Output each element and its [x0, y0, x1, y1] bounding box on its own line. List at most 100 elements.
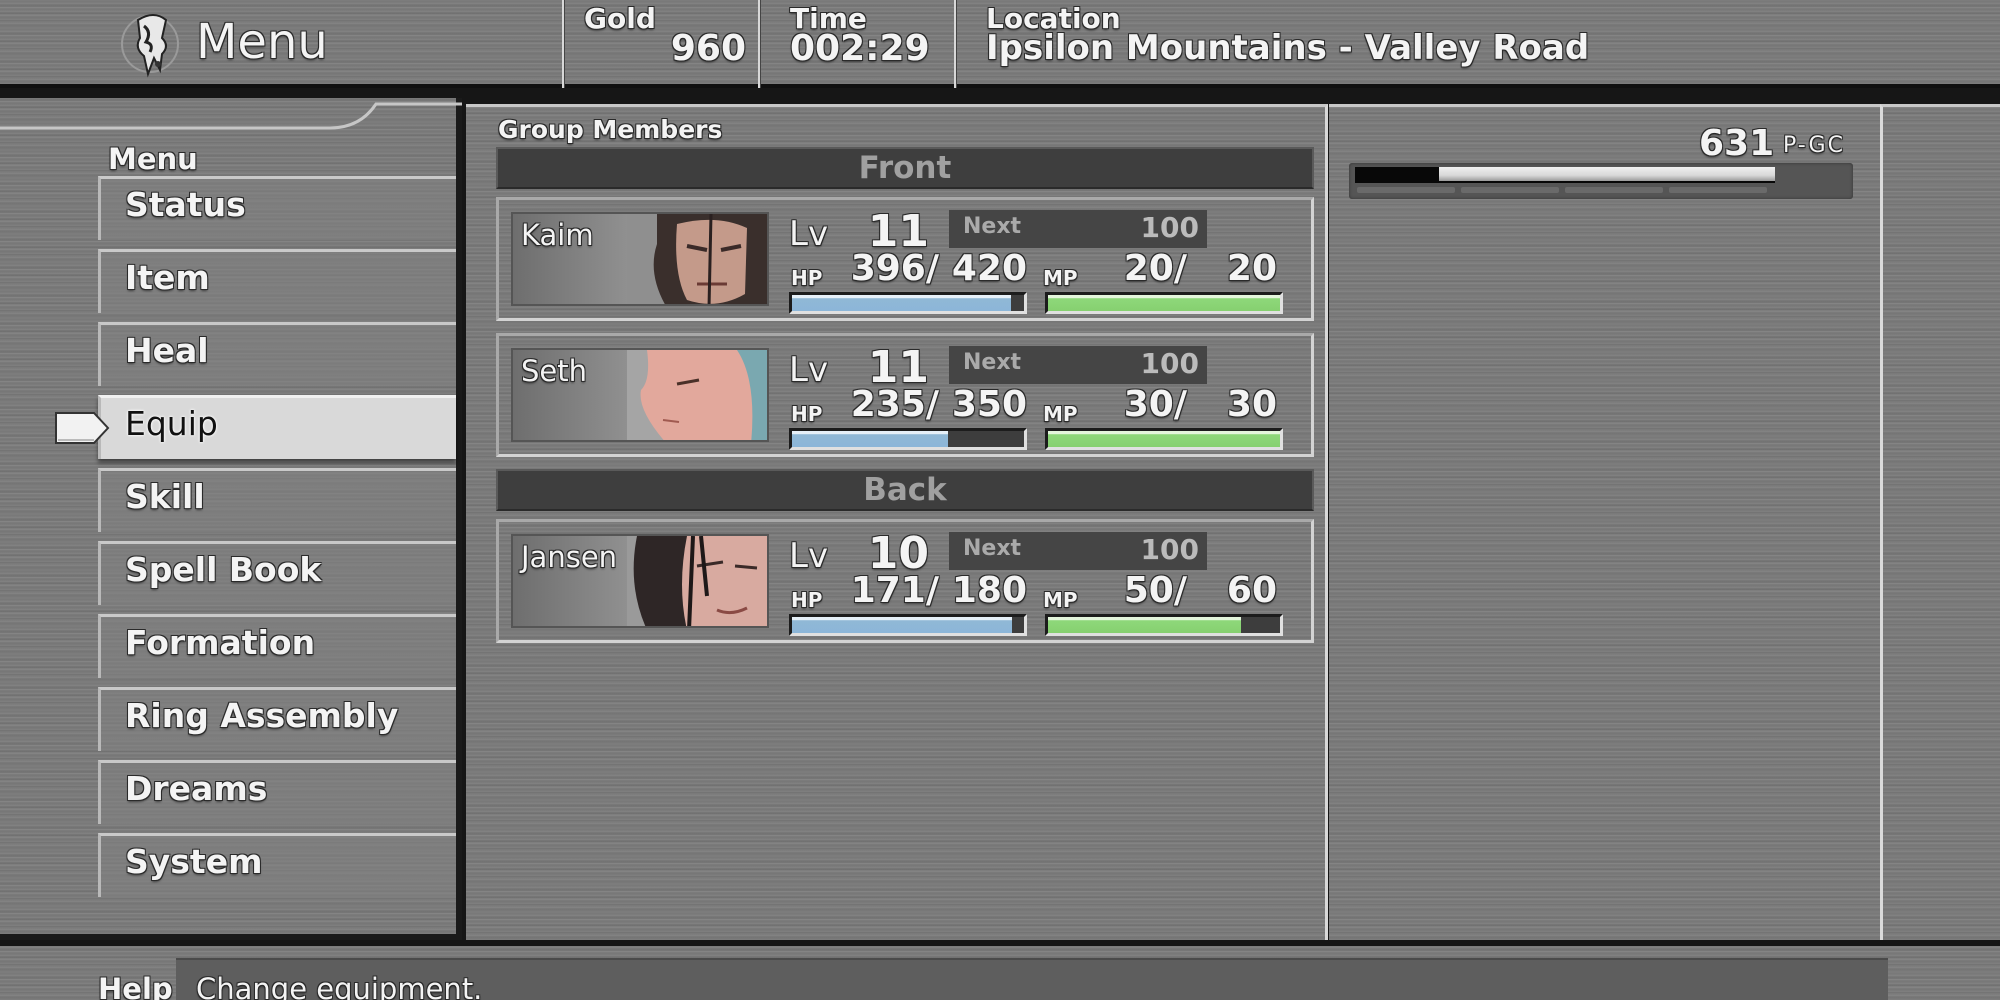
hp-max: 180 [951, 570, 1027, 611]
location-value: Ipsilon Mountains - Valley Road [986, 28, 1590, 68]
member-name: Seth [521, 354, 588, 388]
mp-gauge-fill [1048, 295, 1280, 311]
pgc-gauge-segment [1669, 187, 1767, 193]
menu-item-status[interactable]: Status [98, 176, 456, 240]
portrait-kaim: Kaim [511, 212, 769, 306]
next-label: Next [963, 350, 1022, 375]
hp-current: 235/ [850, 384, 939, 425]
lv-label: Lv [789, 536, 829, 576]
hp-max: 350 [951, 384, 1027, 425]
mp-gauge [1045, 614, 1283, 636]
next-exp-box: Next 100 [949, 346, 1207, 384]
mp-gauge [1045, 428, 1283, 450]
next-exp-value: 100 [1140, 533, 1199, 566]
back-row-label: Back [863, 472, 947, 508]
mp-gauge [1045, 292, 1283, 314]
front-row-header: Front [496, 147, 1314, 189]
command-menu-panel: Menu Status Item Heal Equip Skill Spell … [0, 98, 462, 940]
gold-value: 960 [670, 28, 746, 69]
pgc-gauge-track [1355, 167, 1775, 183]
pgc-gauge [1349, 163, 1853, 199]
divider [758, 0, 760, 88]
pgc-panel: 631 P-GC [1329, 104, 1880, 940]
next-exp-value: 100 [1140, 211, 1199, 244]
hp-gauge-fill [792, 617, 1013, 633]
back-row-header: Back [496, 469, 1314, 511]
mp-label: MP [1043, 402, 1078, 426]
hp-current: 171/ [850, 570, 939, 611]
mp-current: 30/ [1123, 384, 1187, 425]
mp-current: 50/ [1123, 570, 1187, 611]
pgc-unit: P-GC [1783, 133, 1845, 158]
menu-item-label: Heal [125, 331, 209, 370]
divider [954, 0, 956, 88]
party-member-seth[interactable]: Seth Lv 11 Next 100 HP 235/ 350 MP 30/ 3… [496, 333, 1314, 457]
help-text-box: Change equipment. [176, 958, 1888, 1000]
mp-label: MP [1043, 588, 1078, 612]
seth-portrait-icon [627, 350, 767, 440]
hp-label: HP [791, 588, 823, 612]
next-label: Next [963, 214, 1022, 239]
hp-gauge [789, 614, 1027, 636]
pgc-gauge-segment [1461, 187, 1559, 193]
menu-item-equip[interactable]: Equip [98, 395, 456, 459]
time-value: 002:29 [790, 28, 930, 69]
help-text: Change equipment. [196, 972, 483, 1000]
next-label: Next [963, 536, 1022, 561]
mp-max: 60 [1226, 570, 1277, 611]
lv-label: Lv [789, 214, 829, 254]
hp-gauge [789, 428, 1027, 450]
ornate-mask-emblem-icon [121, 14, 179, 78]
menu-item-label: Dreams [125, 769, 268, 808]
group-members-title: Group Members [498, 115, 723, 144]
mp-current: 20/ [1123, 248, 1187, 289]
party-member-jansen[interactable]: Jansen Lv 10 Next 100 HP 171/ 180 MP 50/… [496, 519, 1314, 643]
hp-label: HP [791, 402, 823, 426]
menu-item-label: System [125, 842, 263, 881]
mp-max: 20 [1226, 248, 1277, 289]
menu-item-heal[interactable]: Heal [98, 322, 456, 386]
pgc-gauge-fill [1439, 167, 1775, 181]
pointer-hand-arrow-icon [55, 412, 110, 444]
mp-gauge-fill [1048, 617, 1242, 633]
menu-item-formation[interactable]: Formation [98, 614, 456, 678]
menu-item-skill[interactable]: Skill [98, 468, 456, 532]
portrait-seth: Seth [511, 348, 769, 442]
next-exp-box: Next 100 [949, 210, 1207, 248]
pgc-gauge-segment [1357, 187, 1455, 193]
menu-item-item[interactable]: Item [98, 249, 456, 313]
menu-item-label: Formation [125, 623, 316, 662]
lv-label: Lv [789, 350, 829, 390]
portrait-jansen: Jansen [511, 534, 769, 628]
menu-title: Menu [196, 14, 328, 70]
next-exp-box: Next 100 [949, 532, 1207, 570]
party-member-kaim[interactable]: Kaim Lv 11 Next 100 HP 396/ 420 MP 20/ 2… [496, 197, 1314, 321]
hp-max: 420 [951, 248, 1027, 289]
member-name: Jansen [521, 540, 618, 574]
mp-gauge-fill [1048, 431, 1280, 447]
member-name: Kaim [521, 218, 594, 252]
help-bar: Help Change equipment. [0, 946, 2000, 1000]
menu-item-system[interactable]: System [98, 833, 456, 897]
menu-item-spell-book[interactable]: Spell Book [98, 541, 456, 605]
menu-item-label: Equip [125, 404, 218, 443]
menu-item-dreams[interactable]: Dreams [98, 760, 456, 824]
mp-label: MP [1043, 266, 1078, 290]
hp-gauge [789, 292, 1027, 314]
top-status-bar: Menu Gold 960 Time 002:29 Location Ipsil… [0, 0, 2000, 90]
menu-item-label: Spell Book [125, 550, 322, 589]
menu-heading: Menu [108, 142, 198, 176]
hp-gauge-fill [792, 295, 1011, 311]
menu-item-ring-assembly[interactable]: Ring Assembly [98, 687, 456, 751]
next-exp-value: 100 [1140, 347, 1199, 380]
group-members-panel: Group Members Front Kaim Lv 11 Next 100 … [466, 104, 1328, 940]
pgc-value: 631 [1699, 123, 1775, 164]
menu-item-label: Item [125, 258, 210, 297]
hp-current: 396/ [850, 248, 939, 289]
menu-item-label: Status [125, 185, 246, 224]
side-strip-panel [1880, 104, 2000, 940]
pgc-gauge-segment [1565, 187, 1663, 193]
jansen-portrait-icon [627, 536, 767, 626]
panel-tab-decoration [0, 102, 462, 130]
kaim-portrait-icon [627, 214, 767, 304]
